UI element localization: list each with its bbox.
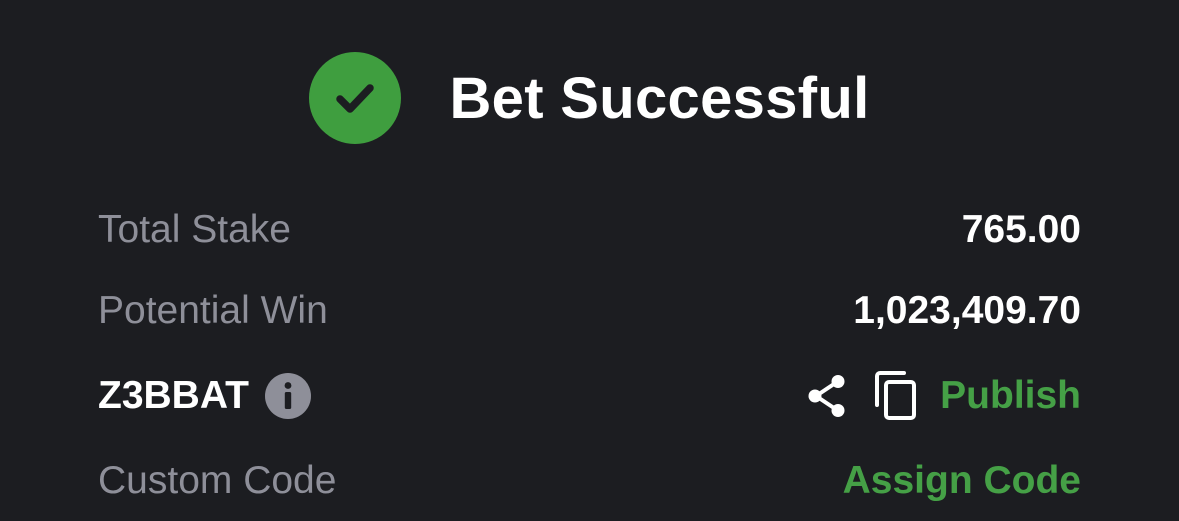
potential-win-row: Potential Win 1,023,409.70 xyxy=(98,281,1081,341)
booking-actions: Publish xyxy=(804,371,1081,421)
potential-win-label: Potential Win xyxy=(98,289,328,332)
potential-win-value: 1,023,409.70 xyxy=(853,289,1081,332)
success-header: Bet Successful xyxy=(0,50,1179,146)
check-circle-icon xyxy=(309,52,402,144)
publish-button[interactable]: Publish xyxy=(940,374,1081,418)
info-icon[interactable] xyxy=(264,373,311,419)
booking-code-row: Z3BBAT Publish xyxy=(98,366,1081,426)
share-icon[interactable] xyxy=(804,373,850,419)
total-stake-label: Total Stake xyxy=(98,208,291,251)
booking-code: Z3BBAT xyxy=(98,374,249,417)
total-stake-value: 765.00 xyxy=(961,208,1081,251)
total-stake-row: Total Stake 765.00 xyxy=(98,200,1081,260)
page-title: Bet Successful xyxy=(449,65,870,131)
assign-code-button[interactable]: Assign Code xyxy=(843,459,1081,503)
copy-icon[interactable] xyxy=(874,371,918,421)
custom-code-label: Custom Code xyxy=(98,459,337,502)
booking-code-group: Z3BBAT xyxy=(98,373,311,419)
custom-code-row: Custom Code Assign Code xyxy=(98,451,1081,511)
